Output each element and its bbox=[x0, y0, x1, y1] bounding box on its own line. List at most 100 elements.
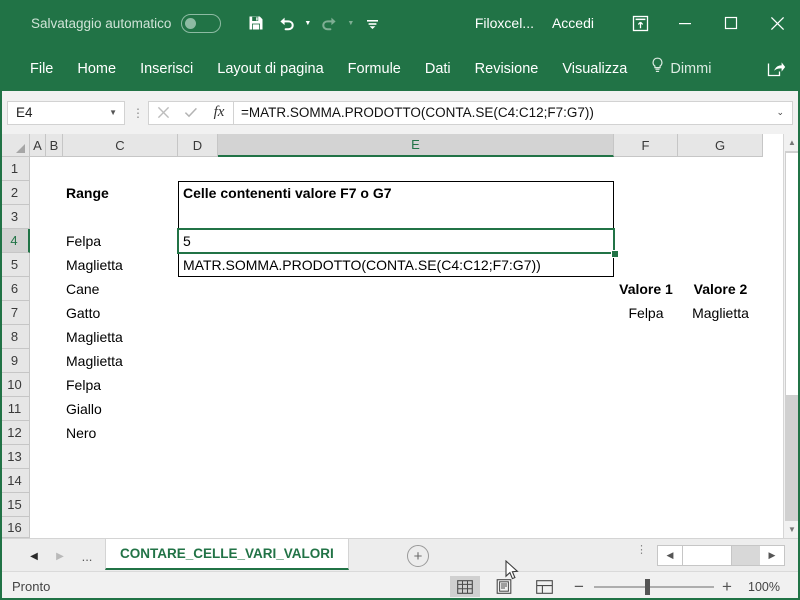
row-header-9[interactable]: 9 bbox=[0, 349, 30, 373]
normal-view-icon[interactable] bbox=[450, 576, 480, 597]
cell-C5[interactable]: Maglietta bbox=[63, 253, 178, 277]
column-header-e[interactable]: E bbox=[218, 134, 614, 157]
cell-C7[interactable]: Gatto bbox=[63, 301, 178, 325]
tab-dati[interactable]: Dati bbox=[413, 52, 463, 86]
row-header-14[interactable]: 14 bbox=[0, 469, 30, 493]
cell-C11[interactable]: Giallo bbox=[63, 397, 178, 421]
formula-input[interactable]: =MATR.SOMMA.PRODOTTO(CONTA.SE(C4:C12;F7:… bbox=[233, 100, 793, 125]
close-icon[interactable] bbox=[754, 0, 800, 46]
page-break-preview-icon[interactable] bbox=[529, 576, 559, 597]
formula-bar-separator-dots: ⋮ bbox=[132, 105, 144, 120]
formula-bar: E4 ▼ ⋮ fx =MATR.SOMMA.PRODOTTO(CONTA.SE(… bbox=[0, 91, 800, 134]
tell-me-box[interactable]: Dimmi bbox=[639, 52, 723, 86]
excel-window: Salvataggio automatico ▼ ▼ Filoxcel... A… bbox=[0, 0, 800, 600]
redo-icon[interactable] bbox=[316, 10, 342, 36]
row-header-6[interactable]: 6 bbox=[0, 277, 30, 301]
undo-dropdown-caret-icon[interactable]: ▼ bbox=[303, 12, 312, 34]
column-header-a[interactable]: A bbox=[30, 134, 46, 157]
cell-C2[interactable]: Range bbox=[63, 181, 178, 205]
tab-file[interactable]: File bbox=[18, 52, 65, 86]
zoom-out-button[interactable]: − bbox=[570, 572, 588, 600]
cell-C8[interactable]: Maglietta bbox=[63, 325, 178, 349]
column-header-c[interactable]: C bbox=[63, 134, 178, 157]
customize-quick-access-icon[interactable] bbox=[359, 10, 385, 36]
cell-E2[interactable]: Celle contenenti valore F7 o G7 bbox=[178, 181, 614, 205]
scroll-right-arrow-icon[interactable]: ▶ bbox=[760, 546, 784, 565]
sheet-list-ellipsis[interactable]: ... bbox=[76, 546, 98, 566]
row-header-1[interactable]: 1 bbox=[0, 157, 30, 181]
page-layout-view-icon[interactable] bbox=[489, 576, 519, 597]
column-header-g[interactable]: G bbox=[678, 134, 763, 157]
row-header-11[interactable]: 11 bbox=[0, 397, 30, 421]
cell-E4[interactable]: 5 bbox=[178, 229, 614, 253]
cell-G6[interactable]: Valore 2 bbox=[678, 277, 763, 301]
cell-G7[interactable]: Maglietta bbox=[678, 301, 763, 325]
row-header-7[interactable]: 7 bbox=[0, 301, 30, 325]
row-header-13[interactable]: 13 bbox=[0, 445, 30, 469]
share-icon[interactable] bbox=[762, 56, 790, 82]
cell-F6[interactable]: Valore 1 bbox=[614, 277, 678, 301]
ribbon-display-options-icon[interactable] bbox=[618, 7, 662, 39]
cell-C4[interactable]: Felpa bbox=[63, 229, 178, 253]
confirm-check-icon[interactable] bbox=[177, 102, 205, 124]
row-header-12[interactable]: 12 bbox=[0, 421, 30, 445]
quick-access-toolbar: ▼ ▼ bbox=[243, 10, 385, 36]
row-header-15[interactable]: 15 bbox=[0, 493, 30, 517]
zoom-slider-track[interactable] bbox=[594, 586, 714, 588]
save-icon[interactable] bbox=[243, 10, 269, 36]
status-bar: Pronto − + 100% bbox=[0, 571, 800, 600]
minimize-icon[interactable] bbox=[662, 0, 708, 46]
select-all-corner-button[interactable] bbox=[0, 134, 30, 157]
insert-function-fx-icon[interactable]: fx bbox=[205, 102, 233, 124]
tab-visualizza[interactable]: Visualizza bbox=[550, 52, 639, 86]
row-header-4[interactable]: 4 bbox=[0, 229, 30, 253]
tell-me-label: Dimmi bbox=[670, 60, 712, 77]
tab-formule[interactable]: Formule bbox=[336, 52, 413, 86]
redo-dropdown-caret-icon[interactable]: ▼ bbox=[346, 12, 355, 34]
maximize-icon[interactable] bbox=[708, 0, 754, 46]
row-header-2[interactable]: 2 bbox=[0, 181, 30, 205]
undo-icon[interactable] bbox=[273, 10, 299, 36]
zoom-slider-thumb[interactable] bbox=[645, 579, 650, 595]
row-header-16[interactable]: 16 bbox=[0, 517, 30, 538]
sheet-tab-contare-celle-vari-valori[interactable]: CONTARE_CELLE_VARI_VALORI bbox=[105, 539, 349, 570]
zoom-level-label[interactable]: 100% bbox=[748, 572, 780, 600]
column-header-b[interactable]: B bbox=[46, 134, 63, 157]
worksheet-grid: A B C D E F G 1 2 3 4 5 6 7 8 9 10 11 12… bbox=[0, 134, 800, 538]
cell-C10[interactable]: Felpa bbox=[63, 373, 178, 397]
column-header-d[interactable]: D bbox=[178, 134, 218, 157]
next-sheet-arrow-icon[interactable]: ▶ bbox=[50, 546, 70, 566]
add-sheet-plus-icon[interactable]: + bbox=[407, 545, 429, 567]
chevron-down-icon[interactable]: ⌄ bbox=[776, 102, 784, 124]
split-handle-dots-icon[interactable]: ⋮ bbox=[636, 545, 647, 556]
autosave-toggle[interactable] bbox=[181, 13, 222, 33]
cell-F7[interactable]: Felpa bbox=[614, 301, 678, 325]
row-header-8[interactable]: 8 bbox=[0, 325, 30, 349]
name-box[interactable]: E4 ▼ bbox=[7, 100, 125, 125]
cell-C9[interactable]: Maglietta bbox=[63, 349, 178, 373]
fill-handle[interactable] bbox=[611, 250, 619, 258]
tab-layout-di-pagina[interactable]: Layout di pagina bbox=[205, 52, 335, 86]
previous-sheet-arrow-icon[interactable]: ◀ bbox=[24, 546, 44, 566]
row-header-5[interactable]: 5 bbox=[0, 253, 30, 277]
row-header-3[interactable]: 3 bbox=[0, 205, 30, 229]
cell-C6[interactable]: Cane bbox=[63, 277, 178, 301]
tab-revisione[interactable]: Revisione bbox=[463, 52, 551, 86]
cell-C12[interactable]: Nero bbox=[63, 421, 178, 445]
horizontal-scrollbar[interactable]: ◀ ▶ bbox=[657, 545, 785, 566]
sign-in-button[interactable]: Accedi bbox=[552, 15, 594, 31]
chevron-down-icon[interactable]: ▼ bbox=[109, 102, 117, 124]
zoom-in-button[interactable]: + bbox=[718, 572, 736, 600]
cancel-x-icon[interactable] bbox=[149, 102, 177, 124]
lightbulb-icon bbox=[651, 52, 664, 86]
horizontal-scroll-thumb[interactable] bbox=[682, 546, 732, 565]
scroll-left-arrow-icon[interactable]: ◀ bbox=[658, 546, 682, 565]
ribbon-tab-bar: File Home Inserisci Layout di pagina For… bbox=[0, 46, 800, 91]
horizontal-scroll-track[interactable] bbox=[732, 546, 760, 565]
row-header-10[interactable]: 10 bbox=[0, 373, 30, 397]
tab-inserisci[interactable]: Inserisci bbox=[128, 52, 205, 86]
cell-E5[interactable]: MATR.SOMMA.PRODOTTO(CONTA.SE(C4:C12;F7:G… bbox=[178, 253, 614, 277]
column-header-f[interactable]: F bbox=[614, 134, 678, 157]
tab-home[interactable]: Home bbox=[65, 52, 128, 86]
autosave-label: Salvataggio automatico bbox=[31, 15, 172, 31]
